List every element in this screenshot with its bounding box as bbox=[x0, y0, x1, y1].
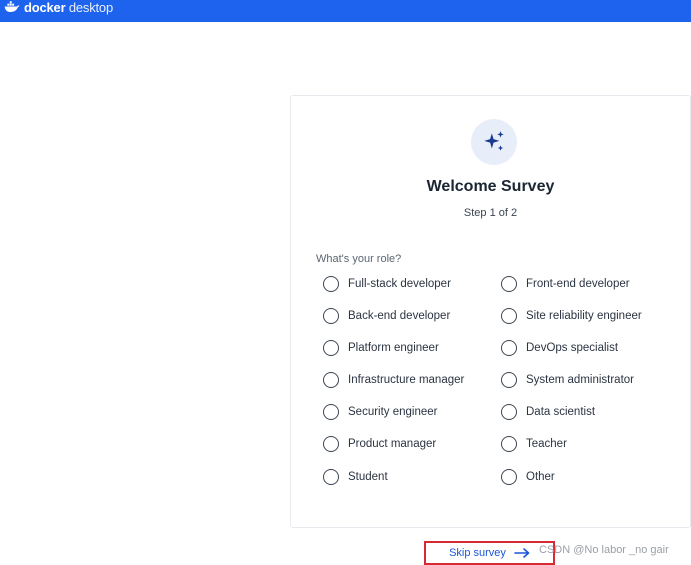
title-bar: docker desktop bbox=[0, 0, 691, 22]
radio-button[interactable] bbox=[501, 404, 517, 420]
role-option-student[interactable]: Student bbox=[323, 468, 388, 486]
radio-button[interactable] bbox=[323, 404, 339, 420]
role-option-data-scientist[interactable]: Data scientist bbox=[501, 403, 595, 421]
survey-step: Step 1 of 2 bbox=[463, 207, 518, 219]
skip-survey-label: Skip survey bbox=[449, 547, 506, 559]
radio-button[interactable] bbox=[501, 372, 517, 388]
role-option-security-engineer[interactable]: Security engineer bbox=[323, 403, 438, 421]
role-option-devops-specialist[interactable]: DevOps specialist bbox=[501, 339, 618, 357]
role-option-full-stack-developer[interactable]: Full-stack developer bbox=[323, 275, 451, 293]
role-option-site-reliability-engineer[interactable]: Site reliability engineer bbox=[501, 307, 642, 325]
radio-button[interactable] bbox=[323, 276, 339, 292]
arrow-right-icon bbox=[514, 548, 530, 558]
role-option-back-end-developer[interactable]: Back-end developer bbox=[323, 307, 450, 325]
sparkles-icon bbox=[484, 131, 504, 151]
radio-button[interactable] bbox=[501, 469, 517, 485]
role-option-infrastructure-manager[interactable]: Infrastructure manager bbox=[323, 371, 464, 389]
skip-survey-button[interactable]: Skip survey bbox=[424, 541, 555, 565]
role-option-other[interactable]: Other bbox=[501, 468, 555, 486]
survey-title: Welcome Survey bbox=[426, 178, 555, 195]
radio-button[interactable] bbox=[323, 372, 339, 388]
docker-desktop-logo: docker desktop bbox=[4, 0, 113, 15]
sparkles-icon-container bbox=[471, 119, 517, 165]
role-option-front-end-developer[interactable]: Front-end developer bbox=[501, 275, 630, 293]
role-option-platform-engineer[interactable]: Platform engineer bbox=[323, 339, 439, 357]
radio-button[interactable] bbox=[323, 340, 339, 356]
radio-button[interactable] bbox=[501, 340, 517, 356]
radio-button[interactable] bbox=[501, 276, 517, 292]
radio-button[interactable] bbox=[323, 436, 339, 452]
brand-name: docker desktop bbox=[24, 0, 113, 15]
role-question: What's your role? bbox=[316, 253, 402, 265]
docker-whale-icon bbox=[4, 1, 20, 12]
radio-button[interactable] bbox=[501, 436, 517, 452]
radio-button[interactable] bbox=[501, 308, 517, 324]
role-option-teacher[interactable]: Teacher bbox=[501, 435, 567, 453]
radio-button[interactable] bbox=[323, 308, 339, 324]
role-option-product-manager[interactable]: Product manager bbox=[323, 435, 436, 453]
radio-button[interactable] bbox=[323, 469, 339, 485]
watermark-text: CSDN @No labor _no gair bbox=[539, 544, 669, 556]
role-option-system-administrator[interactable]: System administrator bbox=[501, 371, 634, 389]
